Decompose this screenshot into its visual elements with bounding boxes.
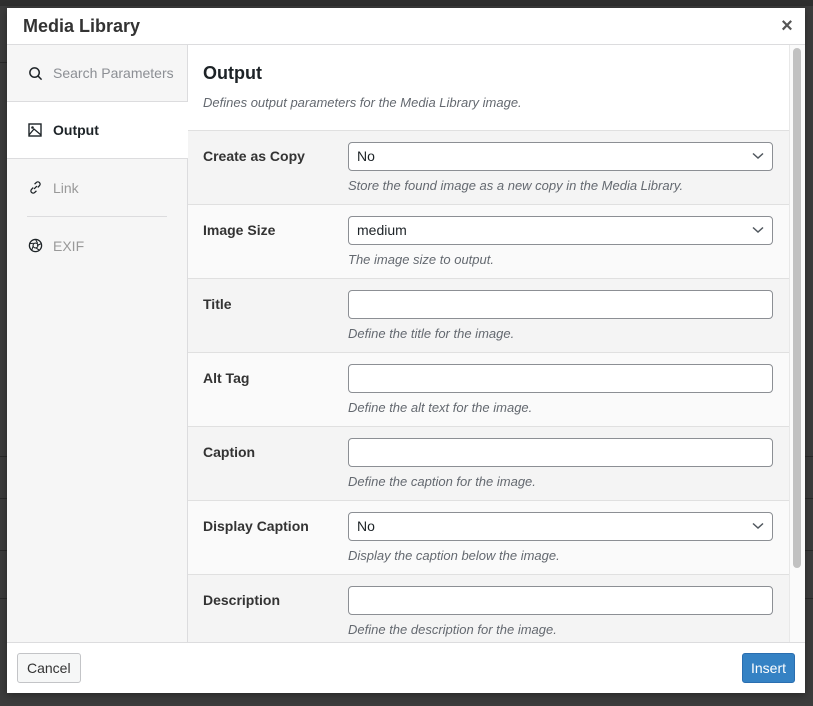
field-row-alt-tag: Alt Tag Define the alt text for the imag… [188,353,790,427]
section-description: Defines output parameters for the Media … [203,95,522,110]
create-as-copy-select[interactable]: No [348,142,773,171]
image-size-select[interactable]: medium [348,216,773,245]
media-library-modal: Media Library × Search Parameters Output… [7,8,805,693]
chevron-down-icon [752,152,764,160]
field-row-title: Title Define the title for the image. [188,279,790,353]
section-title: Output [203,63,262,83]
caption-input[interactable] [348,438,773,467]
insert-button[interactable]: Insert [741,653,795,683]
cancel-button[interactable]: Cancel [17,653,81,683]
chevron-down-icon [752,226,764,234]
field-label: Description [203,592,281,608]
field-label: Caption [203,444,256,460]
field-label: Image Size [203,222,276,238]
field-help: Store the found image as a new copy in t… [348,178,684,193]
sidebar-item-label: Output [53,122,99,138]
field-help: Define the description for the image. [348,622,557,637]
alt-tag-input[interactable] [348,364,773,393]
modal-header: Media Library × [7,8,805,45]
image-icon [27,122,43,138]
background-divider [0,62,7,63]
sidebar-item-link[interactable]: Link [7,159,187,216]
search-placeholder: Search Parameters [53,65,174,81]
field-help: Define the alt text for the image. [348,400,533,415]
close-button[interactable]: × [779,16,795,36]
modal-title: Media Library [23,16,141,36]
select-value: medium [357,222,407,238]
field-help: Define the caption for the image. [348,474,536,489]
select-value: No [357,518,375,534]
close-icon: × [781,15,793,37]
select-value: No [357,148,375,164]
search-parameters[interactable]: Search Parameters [7,45,187,102]
sidebar-item-exif[interactable]: EXIF [7,217,187,274]
description-input[interactable] [348,586,773,615]
field-row-image-size: Image Size medium The image size to outp… [188,205,790,279]
title-input[interactable] [348,290,773,319]
chevron-down-icon [752,522,764,530]
field-row-create-as-copy: Create as Copy No Store the found image … [188,131,790,205]
sidebar-item-label: EXIF [53,237,85,254]
scrollbar-thumb[interactable] [793,48,801,568]
scrollbar[interactable] [789,45,805,643]
field-help: Define the title for the image. [348,326,515,341]
sidebar: Search Parameters Output Link EXIF [7,45,188,643]
field-row-description: Description Define the description for t… [188,575,790,643]
field-label: Create as Copy [203,148,305,164]
output-panel: Output Defines output parameters for the… [188,45,790,643]
background-page-strip [0,0,813,6]
field-label: Alt Tag [203,370,250,386]
field-label: Display Caption [203,518,309,534]
sidebar-item-output[interactable]: Output [7,102,188,159]
modal-footer: Cancel Insert [7,642,805,693]
search-icon [27,65,43,81]
field-help: The image size to output. [348,252,494,267]
field-help: Display the caption below the image. [348,548,560,563]
display-caption-select[interactable]: No [348,512,773,541]
field-row-caption: Caption Define the caption for the image… [188,427,790,501]
section-header: Output Defines output parameters for the… [188,45,790,131]
field-row-display-caption: Display Caption No Display the caption b… [188,501,790,575]
field-label: Title [203,296,232,312]
sidebar-item-label: Link [53,179,79,196]
aperture-icon [27,238,43,254]
link-icon [27,180,43,196]
